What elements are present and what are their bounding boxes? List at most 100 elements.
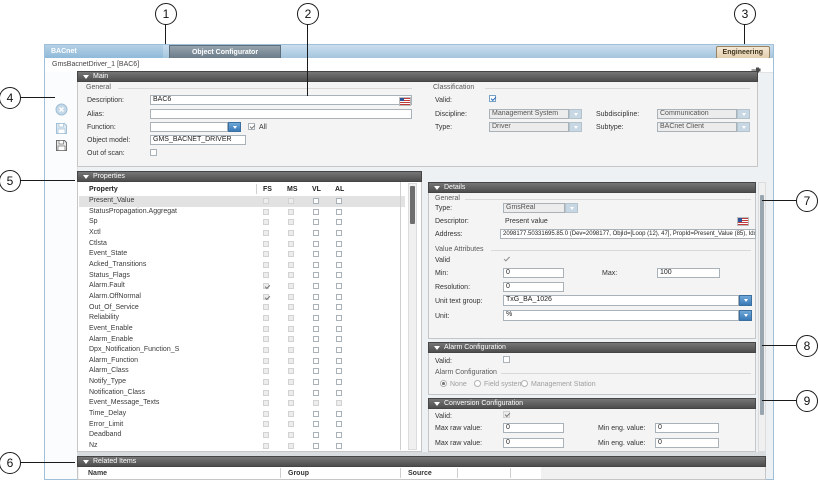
ms-checkbox[interactable] [288,198,294,204]
subdiscipline-select[interactable]: Communication [657,109,737,119]
related-column-group[interactable]: Group [288,469,309,478]
table-row[interactable]: Error_Limit [79,419,405,430]
min-field[interactable]: 0 [503,268,564,278]
table-row[interactable]: Alarm.OffNormal [79,292,405,303]
column-divider[interactable] [400,468,401,478]
related-column-source[interactable]: Source [408,469,432,478]
vl-checkbox[interactable] [313,379,319,385]
ms-checkbox[interactable] [288,390,294,396]
column-divider[interactable] [510,468,511,478]
al-checkbox[interactable] [336,241,342,247]
vl-checkbox[interactable] [313,209,319,215]
function-select[interactable] [150,122,228,132]
ms-checkbox[interactable] [288,304,294,310]
table-row[interactable]: Alarm.Fault [79,281,405,292]
ms-checkbox[interactable] [288,326,294,332]
vl-checkbox[interactable] [313,230,319,236]
resolution-field[interactable]: 0 [503,282,564,292]
fs-checkbox[interactable] [263,400,269,406]
ms-checkbox[interactable] [288,411,294,417]
description-field[interactable]: BAC6 [150,95,412,105]
al-checkbox[interactable] [336,358,342,364]
fs-checkbox[interactable] [263,443,269,449]
column-al[interactable]: AL [335,185,344,194]
al-checkbox[interactable] [336,336,342,342]
al-checkbox[interactable] [336,219,342,225]
descriptor-value[interactable]: Present value [505,217,548,226]
vl-checkbox[interactable] [313,432,319,438]
related-column-name[interactable]: Name [88,469,107,478]
vl-checkbox[interactable] [313,315,319,321]
object-model-field[interactable]: GMS_BACNET_DRIVER [150,135,246,145]
scrollbar-thumb[interactable] [410,186,415,224]
subtype-select[interactable]: BACnet Client [657,122,737,132]
details-type-select[interactable]: GmsReal [503,203,565,213]
details-scrollbar[interactable] [758,182,766,452]
fs-checkbox[interactable] [263,294,269,300]
fs-checkbox[interactable] [263,198,269,204]
ms-checkbox[interactable] [288,336,294,342]
table-row[interactable]: Acked_Transitions [79,260,405,271]
type-select[interactable]: Driver [489,122,569,132]
table-row[interactable]: Sp [79,217,405,228]
table-row[interactable]: Alarm_Enable [79,334,405,345]
main-section-header[interactable]: Main [77,71,758,82]
al-checkbox[interactable] [336,421,342,427]
ms-checkbox[interactable] [288,379,294,385]
radio-management-station[interactable] [521,380,528,387]
al-checkbox[interactable] [336,251,342,257]
table-row[interactable]: Status_Flags [79,270,405,281]
radio-field-system[interactable] [474,380,481,387]
conversion-config-section-header[interactable]: Conversion Configuration [428,398,756,409]
ms-checkbox[interactable] [288,294,294,300]
fs-checkbox[interactable] [263,272,269,278]
al-checkbox[interactable] [336,272,342,278]
al-checkbox[interactable] [336,347,342,353]
ms-checkbox[interactable] [288,251,294,257]
classification-valid-checkbox[interactable] [489,95,496,102]
tab-bacnet[interactable]: BACnet [45,45,163,58]
column-vl[interactable]: VL [312,185,321,194]
fs-checkbox[interactable] [263,209,269,215]
radio-none[interactable] [440,380,447,387]
table-row[interactable]: Event_Message_Texts [79,398,405,409]
ms-checkbox[interactable] [288,272,294,278]
discipline-select[interactable]: Management System [489,109,569,119]
vl-checkbox[interactable] [313,368,319,374]
al-checkbox[interactable] [336,304,342,310]
table-row[interactable]: Event_Enable [79,324,405,335]
fs-checkbox[interactable] [263,251,269,257]
ms-checkbox[interactable] [288,443,294,449]
ms-checkbox[interactable] [288,368,294,374]
max-raw-value-field[interactable]: 0 [503,423,564,433]
al-checkbox[interactable] [336,390,342,396]
vl-checkbox[interactable] [313,283,319,289]
al-checkbox[interactable] [336,315,342,321]
al-checkbox[interactable] [336,443,342,449]
column-ms[interactable]: MS [287,185,298,194]
max-raw-value-field-2[interactable]: 0 [503,438,564,448]
save-as-icon[interactable] [55,139,68,157]
fs-checkbox[interactable] [263,241,269,247]
unit-text-group-dropdown-button[interactable] [739,295,752,306]
ms-checkbox[interactable] [288,347,294,353]
column-divider[interactable] [256,184,257,194]
ms-checkbox[interactable] [288,315,294,321]
vl-checkbox[interactable] [313,443,319,449]
vl-checkbox[interactable] [313,411,319,417]
vl-checkbox[interactable] [313,198,319,204]
vl-checkbox[interactable] [313,358,319,364]
ms-checkbox[interactable] [288,262,294,268]
vl-checkbox[interactable] [313,294,319,300]
ms-checkbox[interactable] [288,432,294,438]
min-eng-value-field-2[interactable]: 0 [655,438,719,448]
vl-checkbox[interactable] [313,262,319,268]
tab-object-configurator[interactable]: Object Configurator [169,45,281,58]
fs-checkbox[interactable] [263,390,269,396]
scrollbar-thumb[interactable] [760,195,764,415]
vl-checkbox[interactable] [313,219,319,225]
subtype-dropdown-button[interactable] [737,122,750,132]
fs-checkbox[interactable] [263,347,269,353]
al-checkbox[interactable] [336,379,342,385]
max-field[interactable]: 100 [657,268,720,278]
